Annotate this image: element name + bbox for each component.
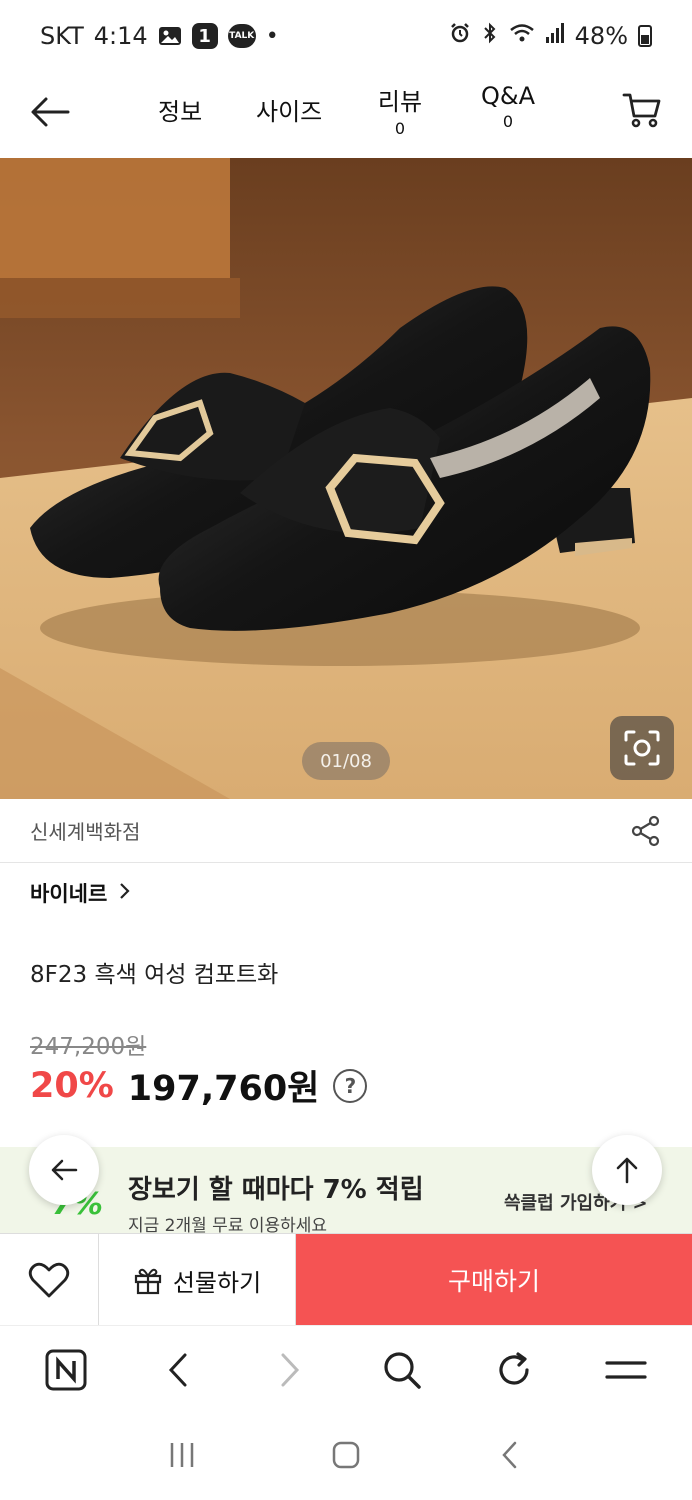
chevron-right-icon	[119, 881, 131, 905]
share-icon[interactable]	[630, 815, 662, 847]
gift-label: 선물하기	[172, 1268, 262, 1297]
gallery-icon	[158, 25, 182, 47]
tab-size-label: 사이즈	[256, 98, 323, 126]
alarm-icon	[449, 22, 471, 50]
tab-qa[interactable]: Q&A 0	[478, 82, 538, 131]
promo-headline: 장보기 할 때마다 7% 적립	[128, 1175, 424, 1205]
home-icon[interactable]	[331, 1440, 361, 1474]
purchase-action-bar: 선물하기 구매하기	[0, 1233, 692, 1326]
bluetooth-icon	[481, 22, 499, 50]
signal-icon	[545, 22, 565, 50]
status-right: 48%	[449, 22, 652, 50]
gift-icon	[134, 1268, 161, 1295]
browser-forward-icon[interactable]	[266, 1346, 314, 1394]
wifi-icon	[509, 22, 535, 50]
promo-subtext: 지금 2개월 무료 이용하세요	[128, 1216, 328, 1233]
tab-info[interactable]: 정보	[158, 92, 202, 127]
clock: 4:14	[93, 22, 148, 50]
browser-toolbar	[0, 1325, 692, 1413]
tab-info-label: 정보	[158, 98, 203, 126]
wishlist-button[interactable]	[0, 1234, 99, 1326]
buy-button[interactable]: 구매하기	[296, 1234, 692, 1326]
brand-name: 바이네르	[30, 882, 108, 906]
system-nav-bar	[0, 1413, 692, 1500]
browser-back-icon[interactable]	[154, 1346, 202, 1394]
product-nav: 정보 사이즈 리뷰 0 Q&A 0	[0, 72, 692, 158]
search-icon[interactable]	[378, 1346, 426, 1394]
status-left: SKT 4:14 1 TALK •	[40, 22, 279, 50]
price-help-icon[interactable]: ?	[333, 1068, 368, 1103]
talk-icon: TALK	[227, 24, 256, 48]
promo-banner[interactable]: 7% 장보기 할 때마다 7% 적립 지금 2개월 무료 이용하세요 쓱클럽 가…	[0, 1147, 692, 1233]
buy-label: 구매하기	[447, 1267, 540, 1296]
product-title: 8F23 흑색 여성 컴포트화	[30, 962, 279, 988]
qa-count: 0	[502, 112, 514, 131]
floating-back-button[interactable]	[29, 1135, 99, 1205]
original-price: 247,200원	[30, 1034, 147, 1060]
status-bar: SKT 4:14 1 TALK • 48%	[0, 0, 692, 72]
seller-row: 신세계백화점	[0, 799, 692, 863]
review-count: 0	[394, 119, 406, 138]
product-photo	[0, 158, 692, 799]
tab-qa-label: Q&A	[480, 82, 536, 110]
tab-size[interactable]: 사이즈	[256, 92, 322, 127]
seller-name[interactable]: 신세계백화점	[30, 816, 140, 845]
system-back-icon[interactable]	[495, 1440, 525, 1474]
battery-percent: 48%	[574, 22, 628, 50]
back-arrow-icon	[51, 1159, 78, 1181]
product-image[interactable]: 01/08	[0, 158, 692, 799]
heart-icon	[28, 1262, 70, 1298]
gift-button[interactable]: 선물하기	[99, 1234, 296, 1326]
back-arrow-icon[interactable]	[28, 90, 72, 134]
cart-icon[interactable]	[622, 90, 662, 130]
sale-price: 197,760원	[127, 1069, 320, 1109]
naver-icon[interactable]	[42, 1346, 90, 1394]
refresh-icon[interactable]	[490, 1346, 538, 1394]
camera-lens-icon[interactable]	[610, 716, 674, 780]
menu-icon[interactable]	[602, 1346, 650, 1394]
carrier: SKT	[40, 22, 84, 50]
tab-review-label: 리뷰	[377, 88, 423, 116]
status-dot: •	[265, 23, 279, 49]
recents-icon[interactable]	[167, 1440, 197, 1474]
notification-badge: 1	[191, 23, 218, 49]
battery-icon	[638, 25, 652, 47]
price-row: 20% 197,760원 ?	[30, 1060, 368, 1111]
brand-link[interactable]: 바이네르	[30, 878, 131, 908]
image-counter: 01/08	[302, 742, 390, 780]
tab-review[interactable]: 리뷰 0	[372, 82, 428, 138]
discount-rate: 20%	[30, 1065, 114, 1106]
arrow-up-icon	[616, 1157, 638, 1184]
scroll-top-button[interactable]	[592, 1135, 662, 1205]
